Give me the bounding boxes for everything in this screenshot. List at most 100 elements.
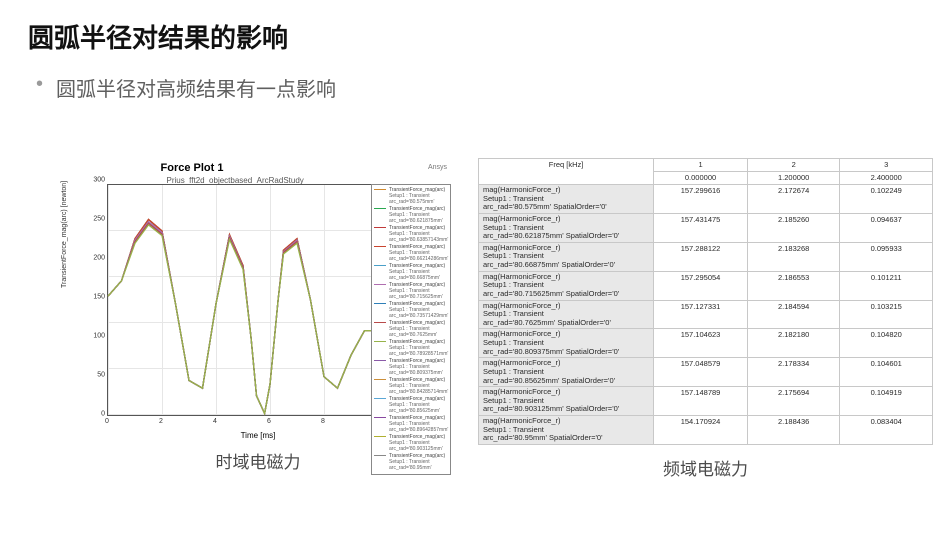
col-freq: 1.200000: [747, 172, 840, 185]
table-row: mag(HarmonicForce_r)Setup1 : Transientar…: [479, 300, 933, 329]
content-row: Force Plot 1 Prius_fft2d_objectbased_Arc…: [58, 158, 933, 510]
cell-value: 0.104919: [840, 387, 933, 416]
row-label: mag(HarmonicForce_r)Setup1 : Transientar…: [479, 271, 654, 300]
xtick: 2: [159, 418, 163, 425]
left-caption: 时域电磁力: [216, 448, 301, 473]
chart-xlabel: Time [ms]: [241, 431, 276, 440]
cell-value: 157.127331: [654, 300, 748, 329]
series-line: [108, 222, 378, 414]
legend-swatch: [374, 417, 386, 418]
table-row: mag(HarmonicForce_r)Setup1 : Transientar…: [479, 416, 933, 445]
legend-swatch: [374, 227, 386, 228]
ytick: 200: [93, 254, 105, 261]
table-row: mag(HarmonicForce_r)Setup1 : Transientar…: [479, 213, 933, 242]
legend-sub: arc_rad='80.78928571mm': [374, 351, 448, 357]
table-row: mag(HarmonicForce_r)Setup1 : Transientar…: [479, 185, 933, 214]
legend-sub: arc_rad='80.715625mm': [374, 294, 448, 300]
cell-value: 2.183268: [747, 242, 840, 271]
series-line: [108, 223, 378, 413]
legend-swatch: [374, 360, 386, 361]
chart-ylabel: TransientForce_mag(arc) [newton]: [61, 181, 68, 288]
legend-entry: TransientForce_mag(arc)Setup1 : Transien…: [374, 244, 448, 262]
legend-sub: arc_rad='80.575mm': [374, 199, 448, 205]
legend-sub: arc_rad='80.66214286mm': [374, 256, 448, 262]
force-plot: Force Plot 1 Prius_fft2d_objectbased_Arc…: [63, 158, 453, 438]
freq-table-column: Freq [kHz] 1 2 3 0.000000 1.200000 2.400…: [478, 158, 933, 480]
cell-value: 157.148789: [654, 387, 748, 416]
cell-value: 157.431475: [654, 213, 748, 242]
cell-value: 2.185260: [747, 213, 840, 242]
right-caption: 频域电磁力: [663, 455, 748, 480]
legend-sub: arc_rad='80.84285714mm': [374, 389, 448, 395]
row-label: mag(HarmonicForce_r)Setup1 : Transientar…: [479, 300, 654, 329]
legend-entry: TransientForce_mag(arc)Setup1 : Transien…: [374, 282, 448, 300]
series-line: [108, 223, 378, 413]
cell-value: 157.299616: [654, 185, 748, 214]
legend-swatch: [374, 455, 386, 456]
slide: 圆弧半径对结果的影响 圆弧半径对高频结果有一点影响 Force Plot 1 P…: [0, 0, 951, 534]
series-line: [108, 225, 378, 414]
series-line: [108, 220, 378, 414]
row-label: mag(HarmonicForce_r)Setup1 : Transientar…: [479, 358, 654, 387]
series-line: [108, 222, 378, 414]
legend-entry: TransientForce_mag(arc)Setup1 : Transien…: [374, 415, 448, 433]
legend-entry: TransientForce_mag(arc)Setup1 : Transien…: [374, 320, 448, 338]
time-plot-column: Force Plot 1 Prius_fft2d_objectbased_Arc…: [58, 158, 458, 473]
chart-legend: TransientForce_mag(arc)Setup1 : Transien…: [371, 184, 451, 475]
legend-sub: arc_rad='80.903125mm': [374, 446, 448, 452]
cell-value: 154.170924: [654, 416, 748, 445]
ytick: 0: [101, 411, 105, 418]
freq-table-body: mag(HarmonicForce_r)Setup1 : Transientar…: [479, 185, 933, 445]
cell-value: 2.184594: [747, 300, 840, 329]
legend-entry: TransientForce_mag(arc)Setup1 : Transien…: [374, 301, 448, 319]
cell-value: 157.048579: [654, 358, 748, 387]
legend-swatch: [374, 265, 386, 266]
series-line: [108, 220, 378, 414]
table-row: mag(HarmonicForce_r)Setup1 : Transientar…: [479, 387, 933, 416]
row-label: mag(HarmonicForce_r)Setup1 : Transientar…: [479, 329, 654, 358]
bullet-list: 圆弧半径对高频结果有一点影响: [0, 61, 951, 102]
cell-value: 0.101211: [840, 271, 933, 300]
title-wrap: 圆弧半径对结果的影响: [0, 0, 951, 61]
legend-entry: TransientForce_mag(arc)Setup1 : Transien…: [374, 339, 448, 357]
legend-entry: TransientForce_mag(arc)Setup1 : Transien…: [374, 377, 448, 395]
legend-sub: arc_rad='80.85625mm': [374, 408, 448, 414]
cell-value: 0.083404: [840, 416, 933, 445]
legend-sub: arc_rad='80.621875mm': [374, 218, 448, 224]
bullet-text: 圆弧半径对高频结果有一点影响: [56, 73, 951, 102]
cell-value: 157.104623: [654, 329, 748, 358]
row-label: mag(HarmonicForce_r)Setup1 : Transientar…: [479, 416, 654, 445]
legend-entry: TransientForce_mag(arc)Setup1 : Transien…: [374, 206, 448, 224]
slide-title: 圆弧半径对结果的影响: [28, 18, 923, 55]
legend-sub: arc_rad='80.73571429mm': [374, 313, 448, 319]
cell-value: 0.094637: [840, 213, 933, 242]
cell-value: 2.182180: [747, 329, 840, 358]
plot-area: [107, 184, 379, 416]
cell-value: 2.186553: [747, 271, 840, 300]
table-row: mag(HarmonicForce_r)Setup1 : Transientar…: [479, 242, 933, 271]
ytick: 300: [93, 177, 105, 184]
legend-sub: arc_rad='80.66875mm': [374, 275, 448, 281]
cell-value: 2.175694: [747, 387, 840, 416]
legend-sub: arc_rad='80.63857143mm': [374, 237, 448, 243]
cell-value: 157.288122: [654, 242, 748, 271]
xtick: 6: [267, 418, 271, 425]
chart-lines-svg: [108, 185, 378, 415]
legend-swatch: [374, 398, 386, 399]
legend-swatch: [374, 379, 386, 380]
cell-value: 0.095933: [840, 242, 933, 271]
row-label: mag(HarmonicForce_r)Setup1 : Transientar…: [479, 242, 654, 271]
legend-swatch: [374, 284, 386, 285]
ytick: 250: [93, 215, 105, 222]
cell-value: 0.104601: [840, 358, 933, 387]
cell-value: 0.102249: [840, 185, 933, 214]
series-line: [108, 220, 378, 414]
xtick: 0: [105, 418, 109, 425]
legend-swatch: [374, 322, 386, 323]
legend-entry: TransientForce_mag(arc)Setup1 : Transien…: [374, 434, 448, 452]
legend-entry: TransientForce_mag(arc)Setup1 : Transien…: [374, 358, 448, 376]
freq-table-head: Freq [kHz] 1 2 3 0.000000 1.200000 2.400…: [479, 159, 933, 185]
legend-sub: arc_rad='80.95mm': [374, 465, 448, 471]
legend-entry: TransientForce_mag(arc)Setup1 : Transien…: [374, 453, 448, 471]
cell-value: 0.104820: [840, 329, 933, 358]
